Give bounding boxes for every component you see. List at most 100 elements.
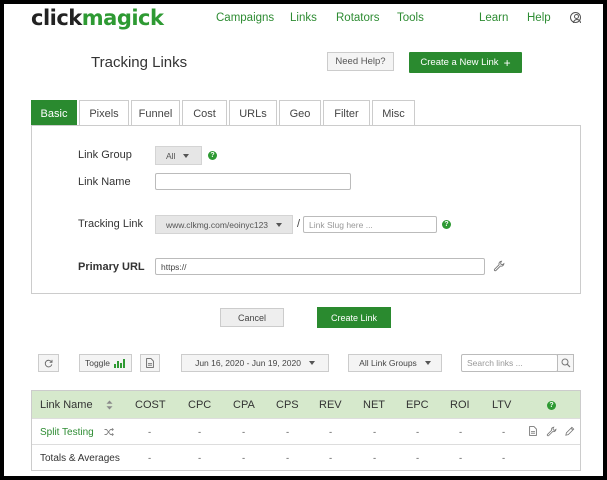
document-icon <box>146 358 154 368</box>
cancel-button[interactable]: Cancel <box>220 308 284 327</box>
chevron-down-icon <box>276 222 283 227</box>
link-group-value: All <box>166 150 176 161</box>
link-group-select[interactable]: All <box>155 146 202 165</box>
col-cpc[interactable]: CPC <box>188 399 211 411</box>
clickmagick-logo[interactable]: clickmagick <box>31 6 164 30</box>
table-cell: - <box>198 427 202 438</box>
chevron-down-icon <box>308 361 315 365</box>
export-button[interactable] <box>140 354 160 372</box>
table-row: Split Testing - - - - - - - - - <box>32 418 580 444</box>
search-icon <box>561 358 570 368</box>
slug-separator: / <box>297 218 301 230</box>
tab-basic[interactable]: Basic <box>31 100 77 126</box>
table-cell: - <box>459 453 463 464</box>
col-epc[interactable]: EPC <box>406 399 429 411</box>
table-cell: - <box>286 453 290 464</box>
shuffle-icon <box>104 428 114 436</box>
links-table: Link Name COST CPC CPA CPS REV NET EPC R… <box>31 390 581 471</box>
settings-tabs: Basic Pixels Funnel Cost URLs Geo Filter… <box>31 100 417 126</box>
col-link-name[interactable]: Link Name <box>40 399 93 411</box>
table-header: Link Name COST CPC CPA CPS REV NET EPC R… <box>32 391 580 418</box>
date-range-value: Jun 16, 2020 - Jun 19, 2020 <box>195 358 301 368</box>
table-cell: - <box>459 427 463 438</box>
help-icon[interactable]: ? <box>208 151 217 160</box>
nav-campaigns[interactable]: Campaigns <box>216 12 274 24</box>
tracking-domain-select[interactable]: www.clkmg.com/eoinyc123 <box>155 215 293 234</box>
help-icon[interactable]: ? <box>547 401 556 410</box>
document-icon[interactable] <box>529 426 537 436</box>
tab-filter[interactable]: Filter <box>323 100 370 126</box>
help-icon[interactable]: ? <box>442 220 451 229</box>
create-new-link-button[interactable]: Create a New Link + <box>409 52 522 73</box>
col-ltv[interactable]: LTV <box>492 399 511 411</box>
tab-geo[interactable]: Geo <box>279 100 321 126</box>
link-groups-value: All Link Groups <box>359 358 417 368</box>
table-cell: - <box>286 427 290 438</box>
create-link-button[interactable]: Create Link <box>317 307 391 328</box>
table-cell: - <box>148 453 152 464</box>
table-cell: - <box>242 427 246 438</box>
user-account-icon[interactable] <box>570 12 581 23</box>
toggle-label: Toggle <box>84 358 111 368</box>
page-title: Tracking Links <box>91 54 188 71</box>
col-cost[interactable]: COST <box>135 399 166 411</box>
link-name-label: Link Name <box>78 176 131 188</box>
edit-pencil-icon[interactable] <box>564 426 575 437</box>
tab-misc[interactable]: Misc <box>372 100 415 126</box>
nav-links[interactable]: Links <box>290 12 317 24</box>
create-new-link-label: Create a New Link <box>420 57 499 68</box>
primary-url-input[interactable]: https:// <box>155 258 485 275</box>
link-name-cell[interactable]: Split Testing <box>40 427 94 438</box>
link-groups-select[interactable]: All Link Groups <box>348 354 442 372</box>
nav-help[interactable]: Help <box>527 12 551 24</box>
refresh-button[interactable] <box>38 354 59 372</box>
tab-funnel[interactable]: Funnel <box>131 100 180 126</box>
toggle-columns-button[interactable]: Toggle <box>79 354 132 372</box>
tracking-domain-value: www.clkmg.com/eoinyc123 <box>166 219 269 230</box>
nav-learn[interactable]: Learn <box>479 12 508 24</box>
tab-pixels[interactable]: Pixels <box>79 100 129 126</box>
chevron-down-icon <box>183 153 190 158</box>
logo-click: click <box>31 6 82 30</box>
tab-urls[interactable]: URLs <box>229 100 277 126</box>
tab-cost[interactable]: Cost <box>182 100 227 126</box>
app-frame: clickmagick Campaigns Links Rotators Too… <box>4 4 603 476</box>
col-roi[interactable]: ROI <box>450 399 470 411</box>
nav-tools[interactable]: Tools <box>397 12 424 24</box>
sort-icon[interactable] <box>106 400 113 410</box>
link-slug-input[interactable]: Link Slug here ... <box>303 216 437 233</box>
top-nav: clickmagick Campaigns Links Rotators Too… <box>4 4 603 32</box>
col-cps[interactable]: CPS <box>276 399 299 411</box>
need-help-button[interactable]: Need Help? <box>327 52 394 71</box>
refresh-icon <box>44 359 53 367</box>
search-button[interactable] <box>557 354 574 372</box>
wrench-icon[interactable] <box>546 426 557 437</box>
table-cell: - <box>373 453 377 464</box>
nav-rotators[interactable]: Rotators <box>336 12 379 24</box>
table-cell: - <box>502 453 506 464</box>
plus-icon: + <box>503 55 511 70</box>
basic-settings-panel: Link Group All ? Link Name Tracking Link… <box>31 125 581 294</box>
table-row-totals: Totals & Averages - - - - - - - - - <box>32 444 580 470</box>
date-range-select[interactable]: Jun 16, 2020 - Jun 19, 2020 <box>181 354 329 372</box>
table-cell: - <box>416 427 420 438</box>
table-cell: - <box>416 453 420 464</box>
tracking-link-label: Tracking Link <box>78 218 144 230</box>
table-cell: - <box>502 427 506 438</box>
logo-magick: magick <box>81 6 164 30</box>
table-cell: - <box>242 453 246 464</box>
col-rev[interactable]: REV <box>319 399 342 411</box>
link-name-input[interactable] <box>155 173 351 190</box>
primary-url-label: Primary URL <box>78 261 145 273</box>
search-links-input[interactable]: Search links ... <box>461 354 558 372</box>
chevron-down-icon <box>424 361 431 365</box>
table-cell: - <box>329 453 333 464</box>
col-net[interactable]: NET <box>363 399 385 411</box>
bar-chart-icon <box>114 358 126 368</box>
totals-label: Totals & Averages <box>40 453 120 464</box>
col-cpa[interactable]: CPA <box>233 399 255 411</box>
table-cell: - <box>373 427 377 438</box>
table-cell: - <box>329 427 333 438</box>
link-group-label: Link Group <box>78 149 132 161</box>
wrench-icon[interactable] <box>493 260 505 272</box>
